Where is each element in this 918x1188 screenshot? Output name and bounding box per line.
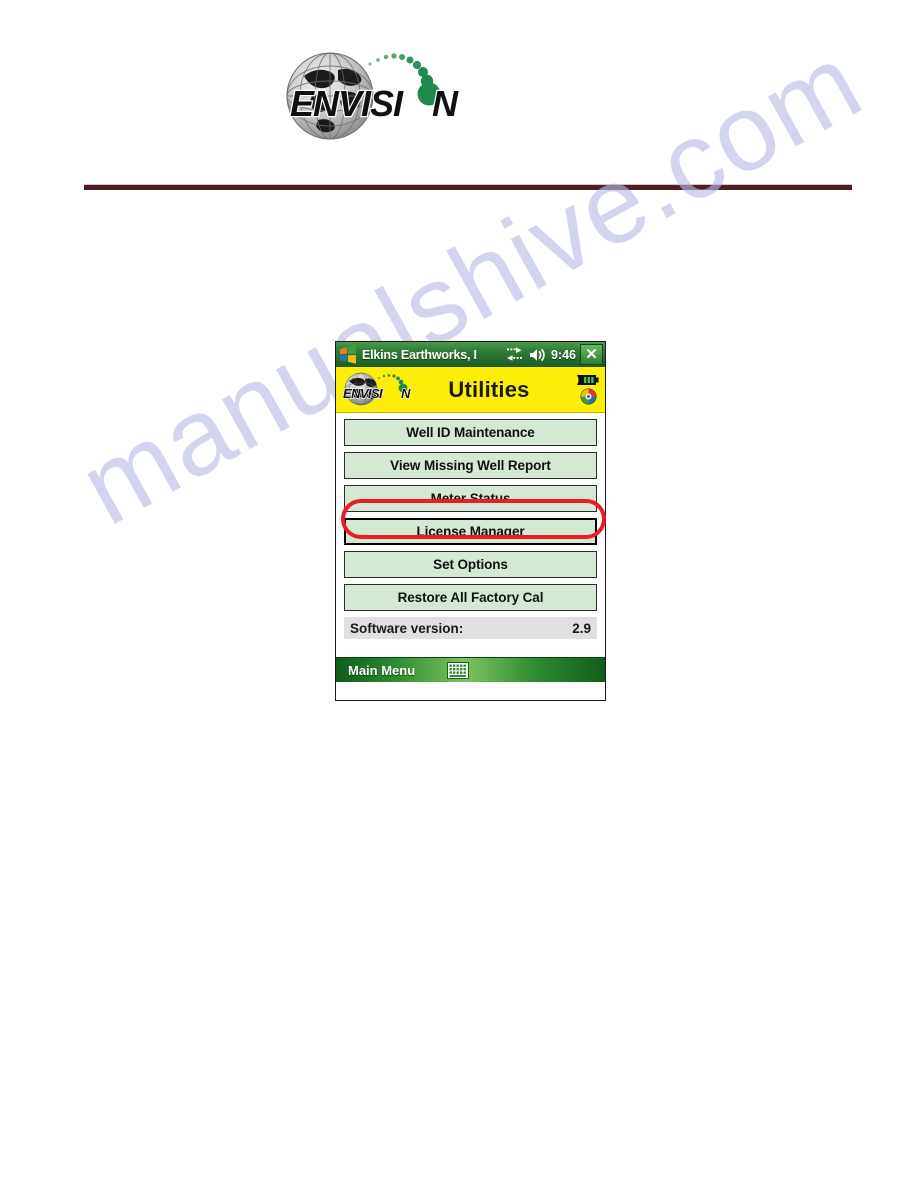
app-header: ENVISI N Utilities	[336, 367, 605, 413]
software-version-label: Software version:	[350, 620, 464, 636]
header-divider-rule	[84, 184, 852, 190]
color-wheel-icon[interactable]	[580, 388, 597, 405]
windows-start-flag-icon[interactable]	[338, 345, 358, 364]
svg-text:N: N	[432, 83, 459, 124]
menu-button-label: Well ID Maintenance	[406, 425, 535, 440]
softkey-main-menu[interactable]: Main Menu	[348, 663, 415, 678]
speaker-volume-icon[interactable]	[529, 348, 546, 362]
menu-button-view-missing-well-report[interactable]: View Missing Well Report	[344, 452, 597, 479]
envision-logo: ENVISI N	[272, 42, 484, 150]
software-version-row: Software version: 2.9	[344, 617, 597, 639]
menu-body: Well ID Maintenance View Missing Well Re…	[336, 413, 605, 657]
header-icon-group	[573, 374, 603, 405]
titlebar-clock: 9:46	[550, 347, 576, 362]
menu-button-label: View Missing Well Report	[390, 458, 551, 473]
menu-button-set-options[interactable]: Set Options	[344, 551, 597, 578]
titlebar-app-name: Elkins Earthworks, I	[362, 347, 477, 362]
menu-button-label: License Manager	[416, 524, 525, 539]
close-icon: ✕	[585, 346, 598, 363]
handheld-device-screenshot: Elkins Earthworks, I 9:46 ✕ ENVISI N Uti…	[335, 341, 606, 701]
menu-button-label: Restore All Factory Cal	[397, 590, 544, 605]
keyboard-sip-icon[interactable]	[447, 661, 470, 679]
connectivity-arrows-icon[interactable]	[506, 347, 523, 362]
menu-button-restore-all-factory-cal[interactable]: Restore All Factory Cal	[344, 584, 597, 611]
svg-text:ENVISI: ENVISI	[290, 83, 404, 124]
menu-button-label: Set Options	[433, 557, 508, 572]
battery-icon[interactable]	[576, 374, 600, 386]
close-button[interactable]: ✕	[580, 344, 603, 365]
menu-button-label: Meter Status	[430, 491, 511, 506]
soft-key-bar: Main Menu	[336, 657, 605, 682]
page-title: Utilities	[448, 376, 530, 402]
menu-button-well-id-maintenance[interactable]: Well ID Maintenance	[344, 419, 597, 446]
menu-button-license-manager[interactable]: License Manager	[344, 518, 597, 545]
svg-text:ENVISI: ENVISI	[343, 386, 383, 401]
titlebar: Elkins Earthworks, I 9:46 ✕	[336, 342, 605, 367]
menu-button-meter-status[interactable]: Meter Status	[344, 485, 597, 512]
software-version-value: 2.9	[572, 620, 591, 636]
